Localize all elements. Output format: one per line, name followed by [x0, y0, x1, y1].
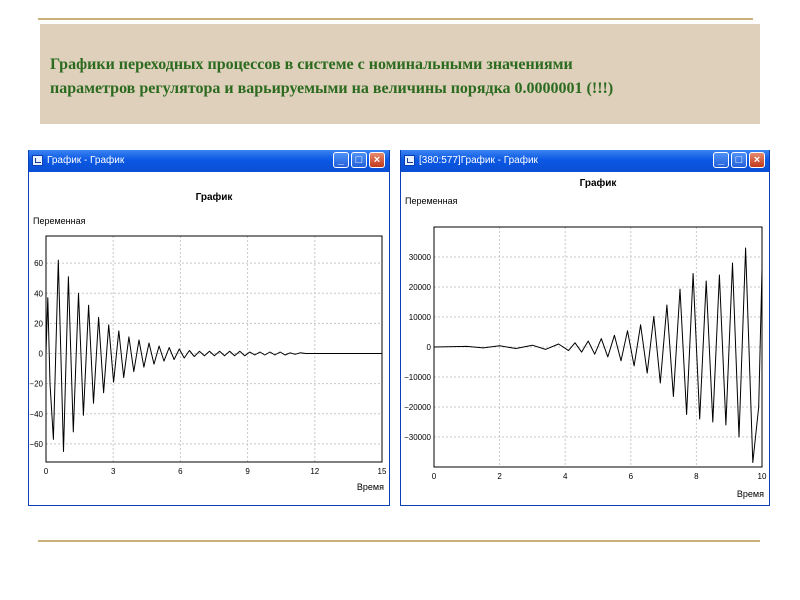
chart-right: График Переменная Время 0 2 4 6 8 10 30000 20000 10… [404, 177, 767, 499]
y-tick-label: −30000 [404, 433, 431, 442]
app-chart-icon [404, 155, 415, 166]
top-divider [38, 18, 753, 20]
y-axis-label: Переменная [33, 216, 86, 226]
chart-title: График [580, 177, 618, 189]
minimize-button[interactable]: _ [713, 152, 729, 168]
minimize-button[interactable]: _ [333, 152, 349, 168]
slide-title-box: Графики переходных процессов в системе с… [40, 24, 760, 124]
y-tick-label: 10000 [409, 313, 432, 322]
x-tick-label: 8 [694, 472, 699, 481]
maximize-button[interactable]: □ [731, 152, 747, 168]
window-title: [380:577]График - График [419, 155, 538, 166]
y-axis-label: Переменная [405, 196, 458, 206]
bottom-divider [38, 540, 760, 542]
chart-title: График [196, 191, 234, 203]
y-tick-label: 0 [427, 343, 432, 352]
close-button[interactable]: × [369, 152, 385, 168]
y-tick-label: −20 [29, 380, 43, 389]
series-line [45, 259, 382, 452]
close-button[interactable]: × [749, 152, 765, 168]
y-tick-label: 30000 [409, 253, 432, 262]
x-tick-label: 0 [44, 467, 49, 476]
window-titlebar[interactable]: График - График _ □ × [29, 150, 389, 172]
y-tick-label: −10000 [404, 373, 431, 382]
y-tick-label: 20000 [409, 283, 432, 292]
app-chart-icon [32, 155, 43, 166]
x-tick-label: 0 [432, 472, 437, 481]
x-tick-label: 12 [310, 467, 319, 476]
x-tick-label: 3 [111, 467, 116, 476]
slide-title-line2: параметров регулятора и варьируемыми на … [50, 80, 614, 97]
x-tick-label: 9 [245, 467, 250, 476]
x-tick-label: 6 [178, 467, 183, 476]
y-tick-label: −60 [29, 440, 43, 449]
y-tick-label: 40 [34, 289, 43, 298]
series-line [433, 247, 763, 463]
y-tick-label: 0 [39, 350, 44, 359]
y-tick-label: 60 [34, 259, 43, 268]
maximize-button[interactable]: □ [351, 152, 367, 168]
x-tick-label: 4 [563, 472, 568, 481]
chart-window-left[interactable]: График - График _ □ × График Переменная Вр… [28, 150, 390, 506]
x-axis-label: Время [357, 482, 384, 492]
y-tick-label: 20 [34, 319, 43, 328]
x-tick-label: 6 [629, 472, 634, 481]
window-titlebar[interactable]: [380:577]График - График _ □ × [401, 150, 769, 172]
x-tick-label: 15 [378, 467, 387, 476]
x-axis-label: Время [737, 489, 764, 499]
slide-title-line1: Графики переходных процессов в системе с… [50, 56, 573, 73]
y-tick-label: −40 [29, 410, 43, 419]
x-tick-label: 2 [497, 472, 502, 481]
window-title: График - График [47, 155, 125, 166]
x-tick-label: 10 [758, 472, 767, 481]
y-tick-label: −20000 [404, 403, 431, 412]
chart-window-right[interactable]: [380:577]График - График _ □ × График Пер… [400, 150, 770, 506]
chart-left: График Переменная Время 0 3 6 9 12 15 60 40 20 0 −20 −… [29, 191, 387, 492]
